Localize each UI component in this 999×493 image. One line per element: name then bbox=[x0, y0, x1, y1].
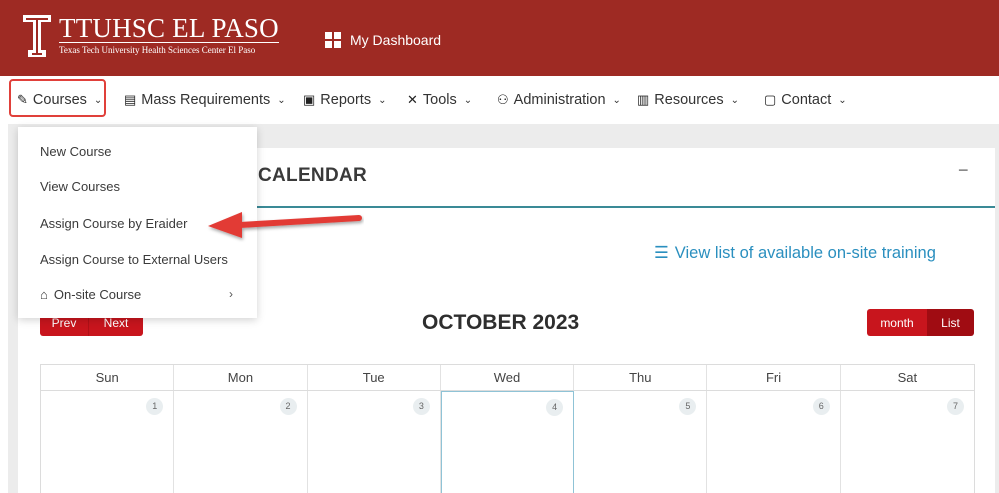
onsite-course-label: On-site Course bbox=[53, 287, 142, 302]
monitor-icon: ▣ bbox=[303, 92, 316, 107]
ttuhsc-logo[interactable]: TTUHSC EL PASO Texas Tech University Hea… bbox=[22, 14, 279, 58]
logo-subtitle: Texas Tech University Health Sciences Ce… bbox=[59, 42, 279, 56]
view-list-label: View list of available on-site training bbox=[674, 243, 936, 262]
day-cell[interactable]: 2 bbox=[174, 391, 308, 493]
weekday-header-row: Sun Mon Tue Wed Thu Fri Sat bbox=[41, 365, 974, 391]
menu-item-view-courses[interactable]: View Courses bbox=[40, 179, 120, 194]
courses-highlight-box bbox=[9, 79, 106, 117]
main-navbar: ✎ Courses ⌄ ▤ Mass Requirements ⌄ ▣ Repo… bbox=[0, 76, 999, 124]
day-cell[interactable]: 7 bbox=[841, 391, 974, 493]
dashboard-label: My Dashboard bbox=[350, 32, 442, 48]
minimize-button[interactable]: − bbox=[958, 160, 969, 181]
nav-tools[interactable]: ✕ Tools ⌄ bbox=[407, 88, 472, 112]
month-view-button[interactable]: month bbox=[867, 309, 927, 336]
chevron-right-icon: › bbox=[229, 287, 233, 301]
chevron-down-icon: ⌄ bbox=[463, 94, 473, 106]
day-number[interactable]: 5 bbox=[679, 398, 697, 415]
nav-administration-label: Administration bbox=[513, 92, 606, 108]
annotation-arrow-icon bbox=[208, 212, 362, 238]
card-title: CALENDAR bbox=[258, 165, 368, 186]
dashboard-grid-icon bbox=[325, 32, 341, 48]
double-t-logo-icon bbox=[22, 14, 52, 58]
top-header: TTUHSC EL PASO Texas Tech University Hea… bbox=[0, 0, 999, 76]
chevron-down-icon: ⌄ bbox=[838, 94, 847, 106]
chevron-down-icon: ⌄ bbox=[277, 94, 286, 106]
view-onsite-training-link[interactable]: ☰ View list of available on-site trainin… bbox=[654, 243, 936, 263]
nav-resources[interactable]: ▥ Resources ⌄ bbox=[637, 88, 739, 112]
nav-contact[interactable]: ▢ Contact ⌄ bbox=[764, 88, 847, 112]
weekday-sat: Sat bbox=[897, 370, 918, 385]
chevron-down-icon: ⌄ bbox=[730, 94, 739, 106]
nav-mass-requirements-label: Mass Requirements bbox=[141, 92, 271, 108]
my-dashboard-link[interactable]: My Dashboard bbox=[325, 32, 441, 48]
weekday-mon: Mon bbox=[174, 365, 308, 390]
day-cell[interactable]: 3 bbox=[308, 391, 441, 493]
day-number[interactable]: 4 bbox=[546, 399, 564, 416]
menu-item-onsite-course[interactable]: ⌂ On-site Course bbox=[40, 287, 141, 302]
book-icon: ▥ bbox=[637, 92, 650, 107]
menu-item-assign-external[interactable]: Assign Course to External Users bbox=[40, 252, 228, 267]
day-number[interactable]: 6 bbox=[812, 398, 830, 415]
chevron-down-icon: ⌄ bbox=[378, 94, 387, 106]
menu-item-new-course[interactable]: New Course bbox=[40, 144, 112, 159]
nav-contact-label: Contact bbox=[781, 92, 832, 108]
day-cell[interactable]: 6 bbox=[707, 391, 841, 493]
month-title: OCTOBER 2023 bbox=[422, 311, 580, 334]
calendar-grid: Sun Mon Tue Wed Thu Fri Sat 1 2 3 4 5 6 … bbox=[40, 364, 975, 493]
day-number[interactable]: 1 bbox=[146, 398, 164, 415]
list-icon: ☰ bbox=[654, 244, 669, 262]
nav-resources-label: Resources bbox=[654, 92, 724, 108]
weekday-wed: Wed bbox=[441, 365, 575, 390]
weekday-thu: Thu bbox=[574, 365, 708, 390]
logo-title: TTUHSC EL PASO bbox=[59, 13, 279, 43]
day-cell[interactable]: 1 bbox=[41, 391, 175, 493]
nav-mass-requirements[interactable]: ▤ Mass Requirements ⌄ bbox=[124, 88, 286, 112]
weekday-tue: Tue bbox=[308, 365, 441, 390]
building-icon: ⌂ bbox=[40, 287, 48, 302]
day-number[interactable]: 3 bbox=[412, 398, 430, 415]
tools-icon: ✕ bbox=[407, 92, 418, 107]
view-toggle-group: month List bbox=[867, 309, 974, 336]
menu-item-assign-by-eraider[interactable]: Assign Course by Eraider bbox=[40, 216, 187, 231]
weekday-fri: Fri bbox=[707, 365, 841, 390]
calendar-week-row: 1 2 3 4 5 6 7 bbox=[41, 391, 974, 493]
nav-administration[interactable]: ⚇ Administration ⌄ bbox=[497, 88, 621, 112]
nav-reports[interactable]: ▣ Reports ⌄ bbox=[303, 88, 386, 112]
day-number[interactable]: 2 bbox=[279, 398, 297, 415]
nav-tools-label: Tools bbox=[422, 92, 457, 108]
users-icon: ⚇ bbox=[497, 92, 509, 107]
weekday-sun: Sun bbox=[41, 365, 175, 390]
chevron-down-icon: ⌄ bbox=[612, 94, 621, 106]
day-number[interactable]: 7 bbox=[947, 398, 964, 415]
nav-reports-label: Reports bbox=[320, 92, 372, 108]
list-view-button[interactable]: List bbox=[927, 309, 974, 336]
clipboard-icon: ▤ bbox=[124, 92, 137, 107]
day-cell-today[interactable]: 4 bbox=[440, 391, 575, 493]
day-cell[interactable]: 5 bbox=[574, 391, 708, 493]
contact-card-icon: ▢ bbox=[764, 92, 777, 107]
